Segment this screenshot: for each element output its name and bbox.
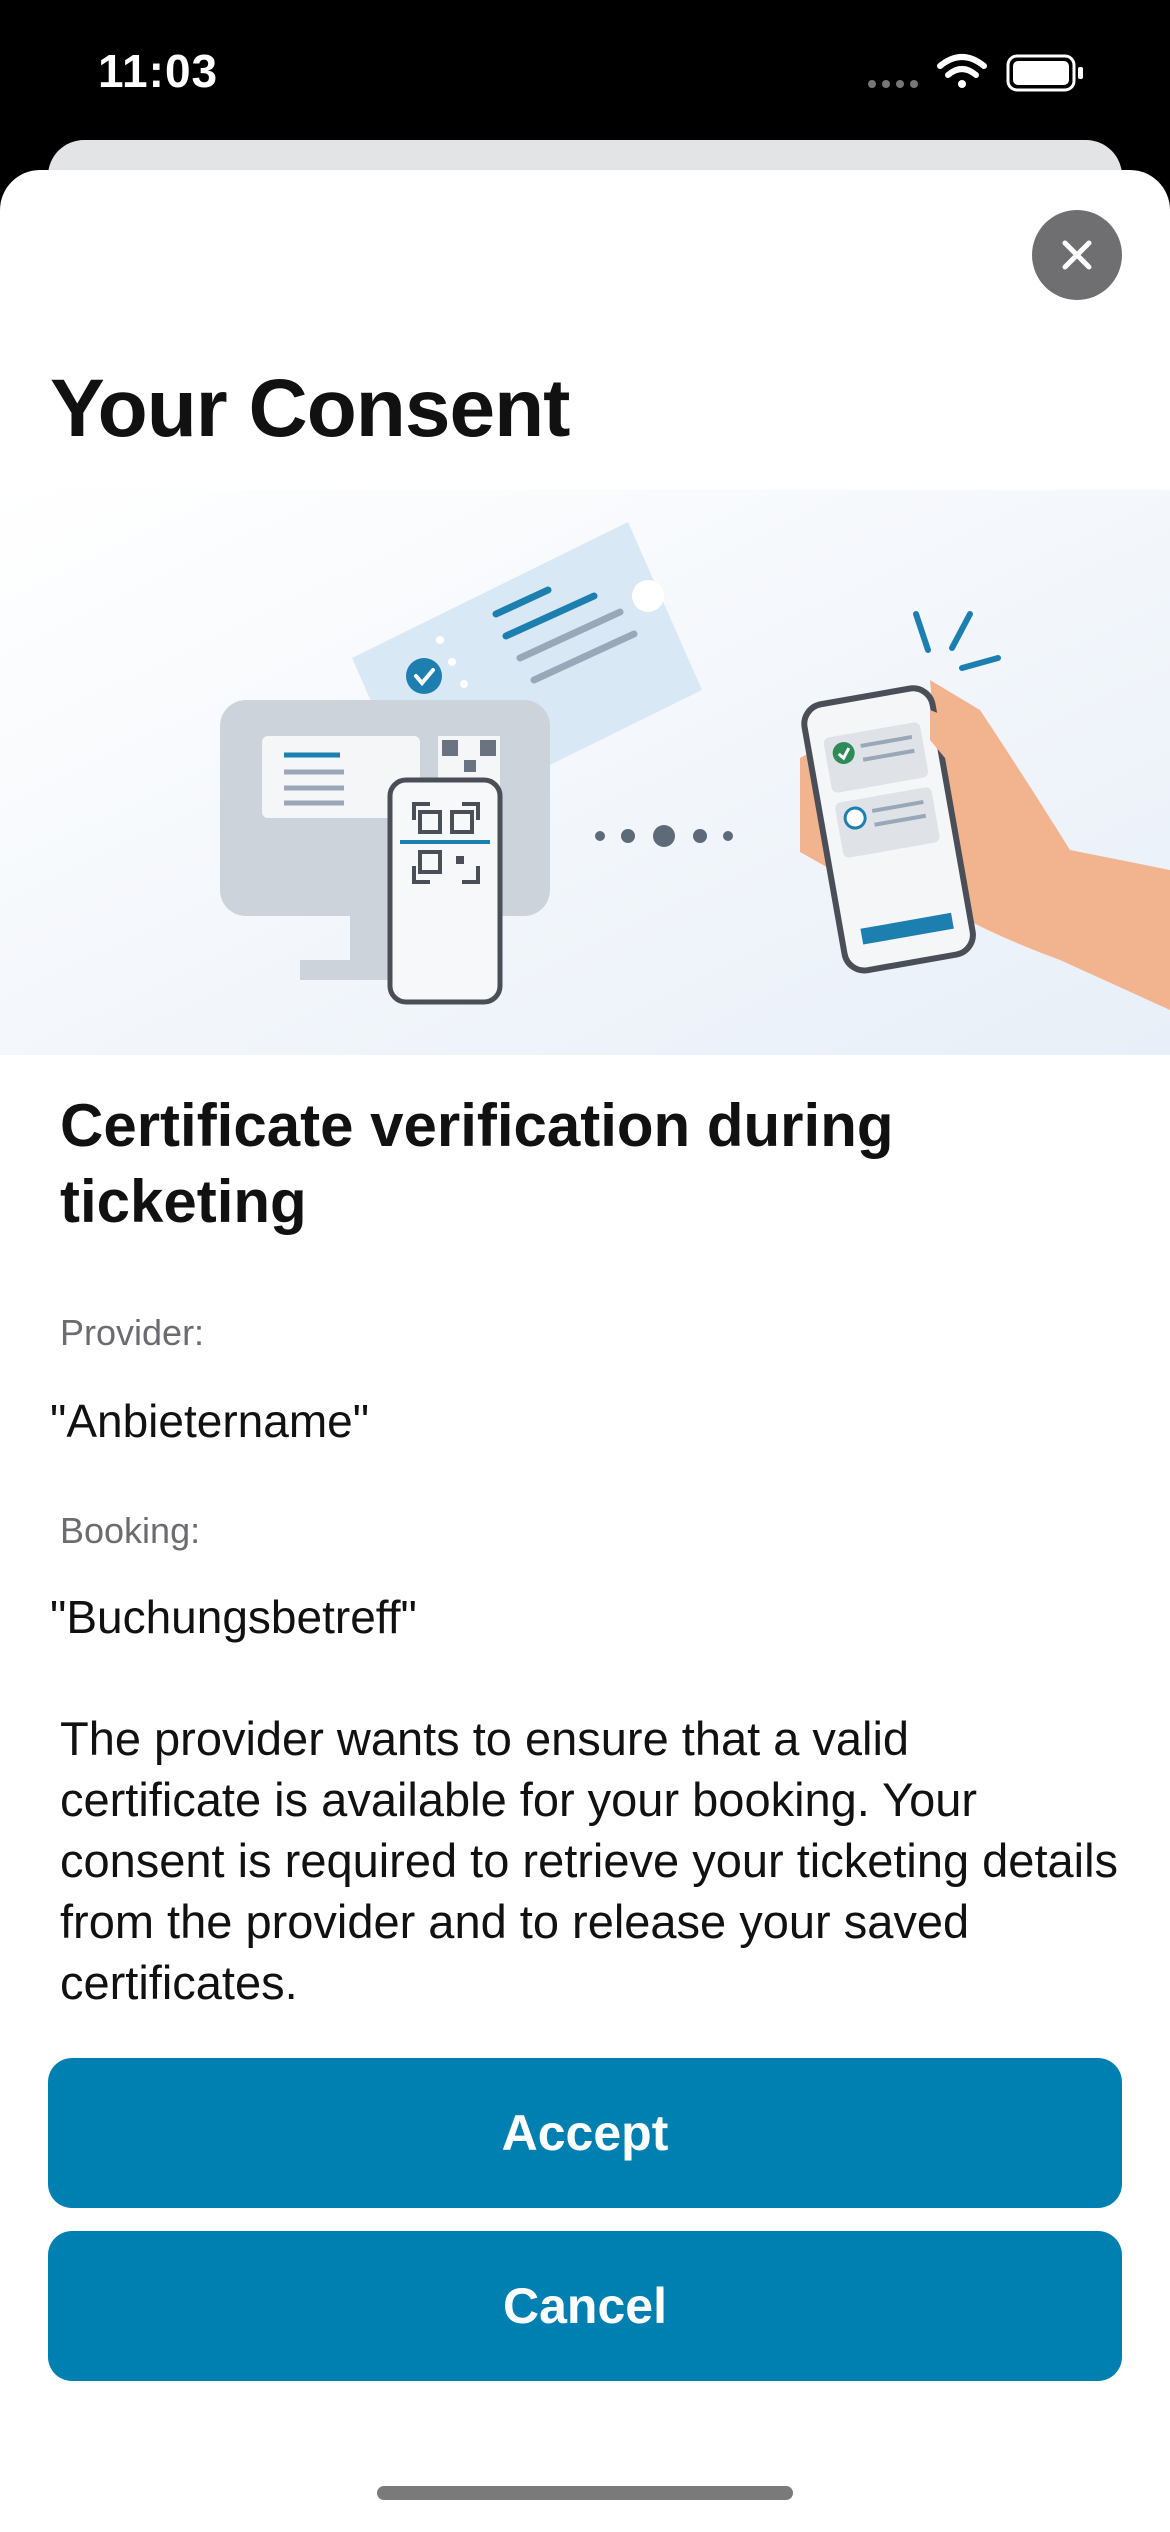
ticketing-illustration (0, 490, 1170, 1055)
home-indicator (377, 2486, 793, 2500)
status-icons (868, 54, 1083, 92)
section-title: Certificate verification during ticketin… (60, 1092, 894, 1235)
close-icon (1062, 240, 1092, 270)
status-bar: 11:03 (0, 0, 1170, 150)
battery-icon (1006, 54, 1083, 92)
status-time: 11:03 (98, 45, 219, 97)
booking-value: "Buchungsbetreff" (50, 1591, 417, 1643)
accept-button[interactable]: Accept (48, 2058, 1122, 2208)
wifi-icon (937, 54, 987, 88)
scanner-phone-icon (387, 777, 503, 1005)
cancel-button[interactable]: Cancel (48, 2231, 1122, 2381)
close-button[interactable] (1032, 210, 1122, 300)
booking-label: Booking: (60, 1510, 201, 1551)
provider-value: "Anbietername" (50, 1395, 370, 1447)
page-title: Your Consent (50, 363, 570, 454)
consent-description: The provider wants to ensure that a vali… (60, 1712, 1119, 2009)
cellular-signal-icon (868, 80, 918, 88)
provider-label: Provider: (60, 1312, 205, 1353)
